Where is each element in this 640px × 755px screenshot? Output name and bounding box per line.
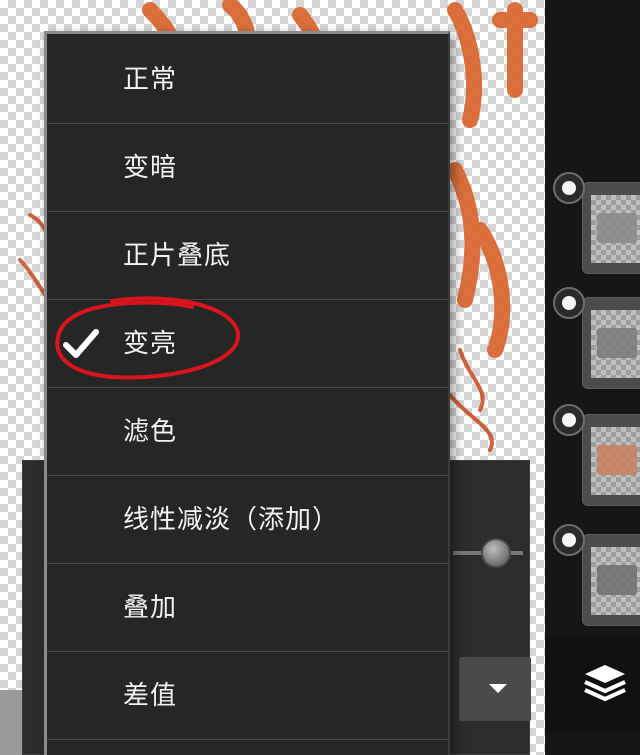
canvas-area: 正常 变暗 正片叠底 变亮 滤色 线性减淡（添加） 叠加 差值 [0, 0, 640, 755]
blend-mode-item-overlay[interactable]: 叠加 [47, 564, 448, 652]
thumbnail-content [597, 328, 637, 358]
layer-thumbnail [591, 310, 640, 378]
layer-item-4[interactable] [545, 522, 640, 632]
layers-toggle-button[interactable] [545, 637, 640, 732]
blend-mode-menu: 正常 变暗 正片叠底 变亮 滤色 线性减淡（添加） 叠加 差值 [44, 31, 450, 755]
layers-stack-icon [584, 665, 626, 702]
layer-visibility-radio[interactable] [553, 287, 585, 319]
panel-edge [0, 690, 22, 755]
thumbnail-content [597, 445, 637, 475]
thumbnail-content [597, 213, 637, 243]
layer-item-3[interactable] [545, 402, 640, 512]
blend-mode-label: 变暗 [123, 153, 178, 183]
layer-item-1[interactable] [545, 170, 640, 280]
blend-mode-item-multiply[interactable]: 正片叠底 [47, 212, 448, 300]
layer-thumbnail [591, 195, 640, 263]
blend-mode-label: 滤色 [123, 417, 178, 447]
blend-mode-dropdown-button[interactable] [459, 657, 531, 721]
blend-mode-label: 正常 [123, 65, 178, 95]
blend-mode-label: 线性减淡（添加） [123, 505, 340, 535]
layer-thumbnail [591, 547, 640, 615]
layer-visibility-radio[interactable] [553, 172, 585, 204]
blend-mode-item-difference[interactable]: 差值 [47, 652, 448, 740]
blend-mode-label: 正片叠底 [123, 241, 232, 271]
layer-card[interactable] [582, 182, 640, 274]
layer-visibility-radio[interactable] [553, 524, 585, 556]
thumbnail-content [597, 565, 637, 595]
triangle-down-icon [489, 684, 507, 693]
blend-mode-item-screen[interactable]: 滤色 [47, 388, 448, 476]
layers-panel [545, 0, 640, 755]
layer-item-2[interactable] [545, 285, 640, 395]
blend-mode-item-linear-dodge[interactable]: 线性减淡（添加） [47, 476, 448, 564]
layer-thumbnail [591, 427, 640, 495]
blend-mode-item-lighten[interactable]: 变亮 [47, 300, 448, 388]
checkmark-icon [63, 329, 99, 358]
blend-mode-item-darken[interactable]: 变暗 [47, 124, 448, 212]
opacity-slider-thumb[interactable] [481, 538, 511, 568]
blend-mode-label: 变亮 [123, 329, 178, 359]
blend-mode-item-normal[interactable]: 正常 [47, 36, 448, 124]
layer-card[interactable] [582, 414, 640, 506]
blend-mode-label: 叠加 [123, 593, 178, 623]
layer-card[interactable] [582, 534, 640, 626]
layer-visibility-radio[interactable] [553, 404, 585, 436]
layer-card[interactable] [582, 297, 640, 389]
blend-mode-label: 差值 [123, 681, 178, 711]
